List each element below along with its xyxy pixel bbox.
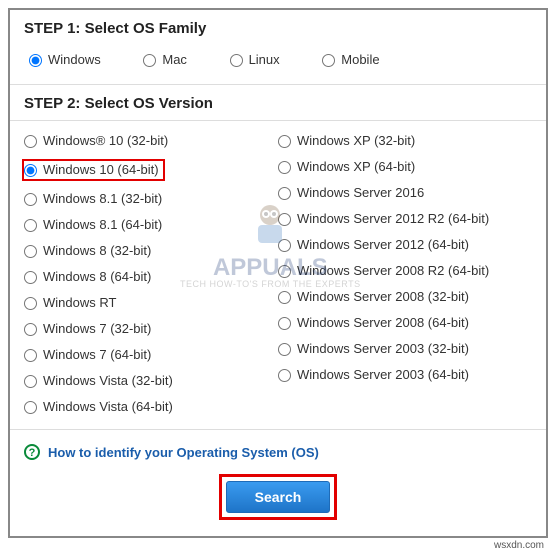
search-row: Search (10, 468, 546, 536)
os-version-right-col: Windows XP (32-bit) Windows XP (64-bit) Wi… (278, 133, 532, 415)
os-version-item[interactable]: Windows 10 (64-bit) (24, 159, 278, 181)
os-family-mac[interactable]: Mac (138, 51, 187, 67)
os-version-label: Windows® 10 (32-bit) (43, 133, 168, 149)
os-version-radio[interactable] (278, 161, 291, 174)
os-family-linux-radio[interactable] (230, 54, 243, 67)
os-version-radio[interactable] (24, 297, 37, 310)
os-version-radio[interactable] (24, 219, 37, 232)
os-version-radio[interactable] (24, 323, 37, 336)
os-version-label: Windows Server 2008 (32-bit) (297, 289, 469, 305)
os-family-mobile-radio[interactable] (322, 54, 335, 67)
os-version-item[interactable]: Windows 7 (32-bit) (24, 321, 278, 337)
os-version-label: Windows 8.1 (64-bit) (43, 217, 162, 233)
os-version-radio[interactable] (278, 369, 291, 382)
os-version-label: Windows 7 (32-bit) (43, 321, 151, 337)
os-version-label: Windows 7 (64-bit) (43, 347, 151, 363)
os-version-label: Windows Server 2003 (64-bit) (297, 367, 469, 383)
os-version-radio[interactable] (278, 239, 291, 252)
os-version-label: Windows Server 2008 R2 (64-bit) (297, 263, 489, 279)
os-version-label: Windows Server 2008 (64-bit) (297, 315, 469, 331)
source-attribution: wsxdn.com (8, 538, 548, 551)
os-version-label: Windows Server 2003 (32-bit) (297, 341, 469, 357)
os-family-row: Windows Mac Linux Mobile (10, 45, 546, 85)
os-version-radio[interactable] (24, 271, 37, 284)
driver-selector-panel: STEP 1: Select OS Family Windows Mac Lin… (8, 8, 548, 538)
search-highlight-box: Search (219, 474, 338, 520)
os-version-label: Windows 8 (32-bit) (43, 243, 151, 259)
os-version-radio[interactable] (278, 317, 291, 330)
os-version-radio[interactable] (278, 343, 291, 356)
os-version-radio[interactable] (24, 135, 37, 148)
os-version-label: Windows Vista (64-bit) (43, 399, 173, 415)
os-version-radio[interactable] (24, 193, 37, 206)
os-family-label: Mac (162, 52, 187, 67)
os-version-item[interactable]: Windows Server 2003 (64-bit) (278, 367, 532, 383)
os-version-item[interactable]: Windows Server 2012 R2 (64-bit) (278, 211, 532, 227)
os-version-radio[interactable] (278, 265, 291, 278)
os-family-mobile[interactable]: Mobile (317, 51, 379, 67)
os-version-label: Windows 8 (64-bit) (43, 269, 151, 285)
os-version-item[interactable]: Windows RT (24, 295, 278, 311)
os-family-label: Linux (249, 52, 280, 67)
os-version-item[interactable]: Windows Server 2016 (278, 185, 532, 201)
os-family-linux[interactable]: Linux (225, 51, 280, 67)
os-version-label: Windows 8.1 (32-bit) (43, 191, 162, 207)
step2-header: STEP 2: Select OS Version (10, 85, 546, 121)
os-family-label: Mobile (341, 52, 379, 67)
os-version-grid: APPUALS TECH HOW-TO'S FROM THE EXPERTS W… (10, 121, 546, 430)
os-version-item[interactable]: Windows 7 (64-bit) (24, 347, 278, 363)
os-version-label: Windows Server 2012 (64-bit) (297, 237, 469, 253)
os-family-windows-radio[interactable] (29, 54, 42, 67)
os-version-label: Windows RT (43, 295, 116, 311)
os-version-radio[interactable] (278, 213, 291, 226)
os-version-item[interactable]: Windows 8.1 (32-bit) (24, 191, 278, 207)
os-version-item[interactable]: Windows Server 2012 (64-bit) (278, 237, 532, 253)
svg-text:?: ? (29, 447, 36, 459)
os-version-radio[interactable] (24, 375, 37, 388)
os-version-radio[interactable] (24, 349, 37, 362)
os-version-item[interactable]: Windows XP (32-bit) (278, 133, 532, 149)
os-version-item[interactable]: Windows Vista (64-bit) (24, 399, 278, 415)
os-version-label: Windows XP (32-bit) (297, 133, 415, 149)
os-version-radio[interactable] (278, 187, 291, 200)
os-version-label: Windows XP (64-bit) (297, 159, 415, 175)
os-version-item[interactable]: Windows 8.1 (64-bit) (24, 217, 278, 233)
os-version-item[interactable]: Windows 8 (64-bit) (24, 269, 278, 285)
os-family-mac-radio[interactable] (143, 54, 156, 67)
os-version-label: Windows Server 2016 (297, 185, 424, 201)
search-button[interactable]: Search (226, 481, 331, 513)
os-version-radio[interactable] (24, 245, 37, 258)
os-version-radio[interactable] (24, 401, 37, 414)
os-version-label: Windows 10 (64-bit) (43, 162, 159, 178)
os-version-radio[interactable] (24, 164, 37, 177)
os-version-item[interactable]: Windows Vista (32-bit) (24, 373, 278, 389)
os-version-item[interactable]: Windows Server 2008 (32-bit) (278, 289, 532, 305)
os-version-item[interactable]: Windows XP (64-bit) (278, 159, 532, 175)
os-version-left-col: Windows® 10 (32-bit) Windows 10 (64-bit) W… (24, 133, 278, 415)
os-version-item[interactable]: Windows Server 2008 (64-bit) (278, 315, 532, 331)
os-version-radio[interactable] (278, 135, 291, 148)
os-version-item[interactable]: Windows 8 (32-bit) (24, 243, 278, 259)
step1-header: STEP 1: Select OS Family (10, 10, 546, 45)
help-row: ? How to identify your Operating System … (10, 430, 546, 468)
os-version-item[interactable]: Windows® 10 (32-bit) (24, 133, 278, 149)
os-family-label: Windows (48, 52, 101, 67)
help-link[interactable]: How to identify your Operating System (O… (48, 445, 319, 460)
os-version-label: Windows Vista (32-bit) (43, 373, 173, 389)
os-version-label: Windows Server 2012 R2 (64-bit) (297, 211, 489, 227)
os-family-windows[interactable]: Windows (24, 51, 101, 67)
help-icon: ? (24, 444, 40, 460)
os-version-radio[interactable] (278, 291, 291, 304)
os-version-item[interactable]: Windows Server 2008 R2 (64-bit) (278, 263, 532, 279)
os-version-item[interactable]: Windows Server 2003 (32-bit) (278, 341, 532, 357)
